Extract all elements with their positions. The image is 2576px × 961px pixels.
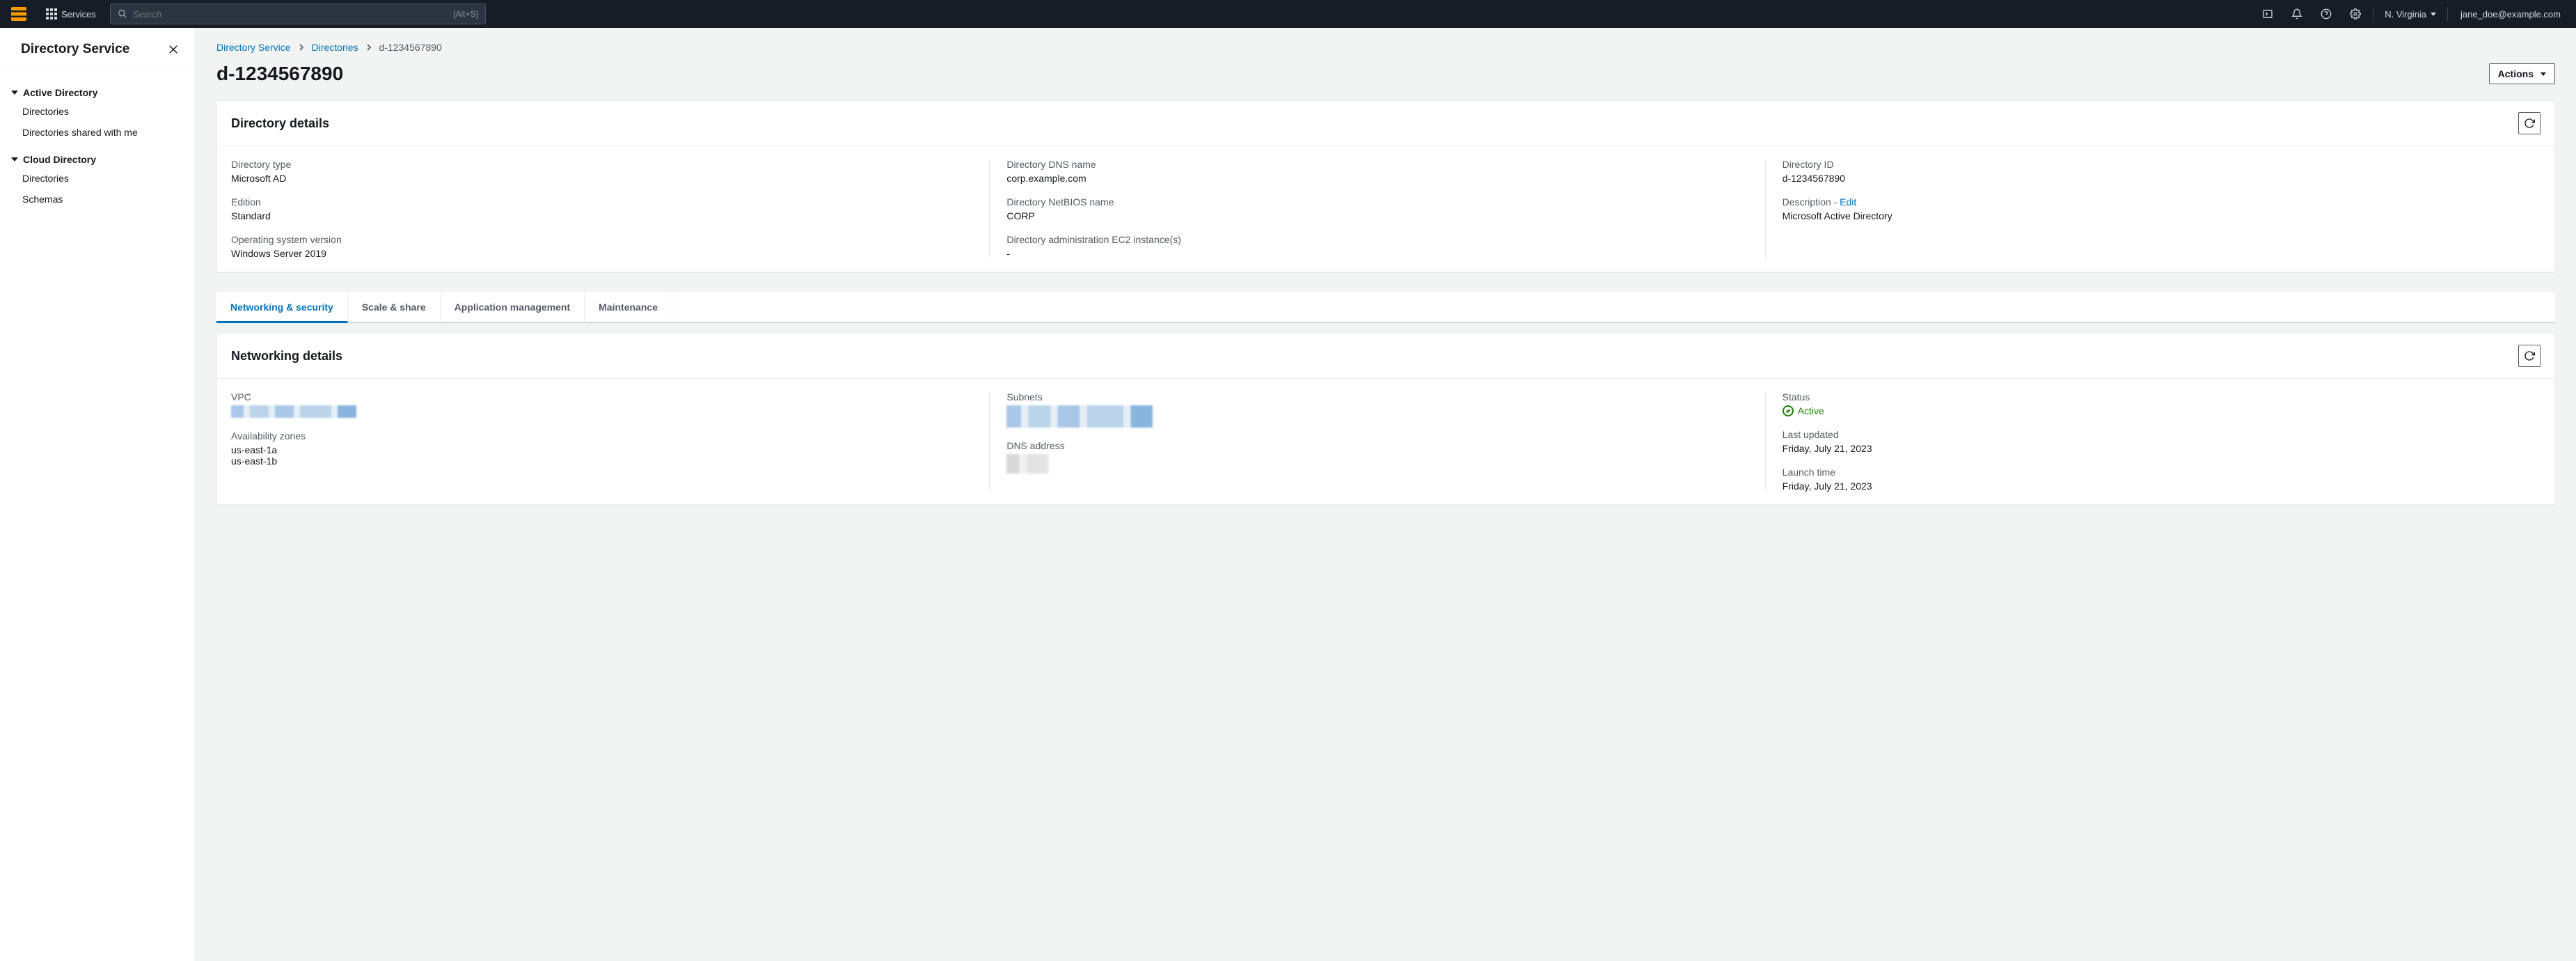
field-value: Friday, July 21, 2023 [1783, 481, 2527, 492]
field-label: DNS address [1006, 440, 1751, 451]
actions-button[interactable]: Actions [2489, 63, 2555, 84]
field-value: - [1006, 248, 1751, 259]
status-badge: Active [1783, 405, 2527, 416]
nav-item-directories-shared[interactable]: Directories shared with me [0, 122, 195, 143]
field-value: Friday, July 21, 2023 [1783, 443, 2527, 454]
field-label: Directory type [231, 159, 975, 170]
search-shortcut: [Alt+S] [453, 9, 478, 19]
tab-maintenance[interactable]: Maintenance [585, 292, 672, 322]
cloudshell-icon[interactable] [2253, 0, 2282, 28]
chevron-down-icon [2431, 13, 2436, 16]
field-label: Launch time [1783, 467, 2527, 478]
field-label: Last updated [1783, 429, 2527, 440]
panel-title: Directory details [231, 116, 329, 131]
chevron-right-icon [298, 42, 305, 53]
field-label: Directory DNS name [1006, 159, 1751, 170]
edit-link[interactable]: Edit [1840, 196, 1856, 208]
main-content: Directory Service Directories d-12345678… [196, 28, 2576, 961]
grid-icon [46, 8, 57, 19]
directory-details-panel: Directory details Directory type Microso… [216, 100, 2555, 272]
nav-item-cloud-directories[interactable]: Directories [0, 168, 195, 189]
nav-item-directories[interactable]: Directories [0, 101, 195, 122]
field-label: Directory NetBIOS name [1006, 196, 1751, 208]
field-value: us-east-1b [231, 455, 975, 467]
check-circle-icon [1783, 405, 1794, 416]
field-label: Status [1783, 391, 2527, 403]
notifications-icon[interactable] [2282, 0, 2312, 28]
services-menu[interactable]: Services [38, 0, 104, 28]
region-label: N. Virginia [2385, 9, 2426, 19]
field-value: d-1234567890 [1783, 173, 2527, 184]
field-value: Microsoft AD [231, 173, 975, 184]
field-label: Edition [231, 196, 975, 208]
help-icon[interactable] [2312, 0, 2341, 28]
breadcrumb-current: d-1234567890 [379, 42, 442, 53]
networking-details-panel: Networking details VPC Availability zone… [216, 333, 2555, 505]
close-icon[interactable] [167, 43, 180, 56]
field-label: Directory administration EC2 instance(s) [1006, 234, 1751, 245]
nav-group-cloud-directory[interactable]: Cloud Directory [0, 143, 195, 168]
account-menu[interactable]: jane_doe@example.com [2451, 9, 2576, 19]
field-label: Description - Edit [1783, 196, 2527, 208]
search-input[interactable] [133, 9, 453, 19]
services-label: Services [61, 9, 96, 19]
nav-item-schemas[interactable]: Schemas [0, 189, 195, 210]
caret-down-icon [2541, 72, 2546, 76]
field-label: Subnets [1006, 391, 1751, 403]
sidebar: Directory Service Active Directory Direc… [0, 28, 196, 961]
field-label: Directory ID [1783, 159, 2527, 170]
refresh-icon [2524, 350, 2535, 361]
settings-icon[interactable] [2341, 0, 2370, 28]
aws-logo[interactable] [0, 0, 38, 28]
field-value: CORP [1006, 210, 1751, 221]
nav-group-active-directory[interactable]: Active Directory [0, 76, 195, 101]
field-label: VPC [231, 391, 975, 403]
field-value: us-east-1a [231, 444, 975, 455]
top-nav-bar: Services [Alt+S] N. Virginia jane_doe@ex… [0, 0, 2576, 28]
refresh-icon [2524, 118, 2535, 129]
field-value: Windows Server 2019 [231, 248, 975, 259]
panel-title: Networking details [231, 349, 342, 364]
page-title: d-1234567890 [216, 63, 343, 85]
redacted-value [231, 405, 356, 418]
chevron-right-icon [365, 42, 372, 53]
field-value: Microsoft Active Directory [1783, 210, 2527, 221]
search-box[interactable]: [Alt+S] [110, 3, 486, 24]
tab-application-management[interactable]: Application management [441, 292, 585, 322]
region-selector[interactable]: N. Virginia [2376, 0, 2444, 28]
breadcrumb: Directory Service Directories d-12345678… [216, 36, 2555, 63]
refresh-button[interactable] [2518, 345, 2541, 367]
field-label: Operating system version [231, 234, 975, 245]
search-icon [118, 9, 127, 19]
sidebar-title: Directory Service [21, 42, 129, 57]
field-value: corp.example.com [1006, 173, 1751, 184]
tab-scale-share[interactable]: Scale & share [348, 292, 441, 322]
breadcrumb-link-service[interactable]: Directory Service [216, 42, 291, 53]
field-label: Availability zones [231, 430, 975, 442]
redacted-value [1006, 405, 1153, 428]
caret-down-icon [11, 157, 18, 162]
refresh-button[interactable] [2518, 112, 2541, 134]
tabs: Networking & security Scale & share Appl… [216, 292, 2555, 323]
field-value: Standard [231, 210, 975, 221]
account-label: jane_doe@example.com [2460, 9, 2561, 19]
tab-networking-security[interactable]: Networking & security [216, 292, 348, 323]
caret-down-icon [11, 91, 18, 95]
breadcrumb-link-directories[interactable]: Directories [312, 42, 358, 53]
redacted-value [1006, 454, 1048, 474]
